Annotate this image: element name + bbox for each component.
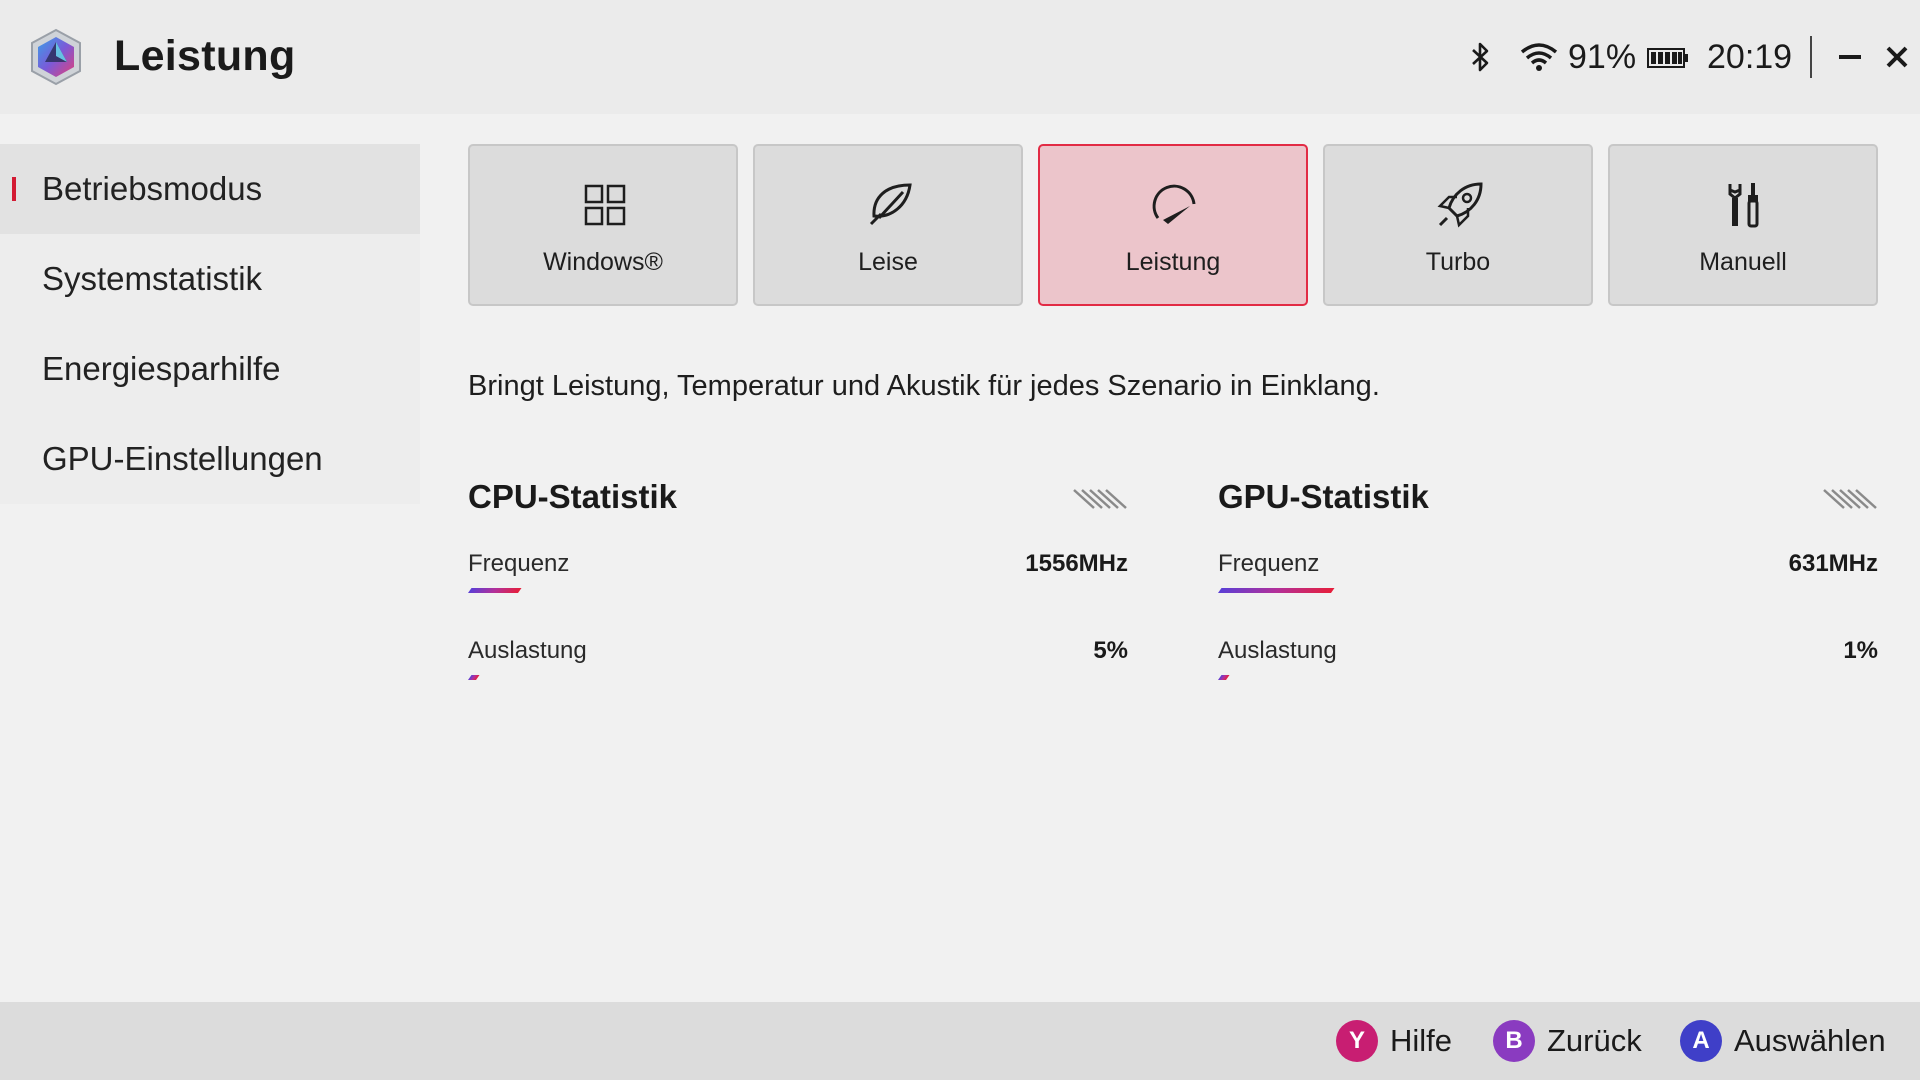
mode-card-manuell[interactable]: Manuell [1608, 144, 1878, 306]
mode-card-leise[interactable]: Leise [753, 144, 1023, 306]
windows-grid-icon [584, 184, 626, 226]
gpu-stat-title: GPU-Statistik [1218, 478, 1429, 515]
gpu-frequency-row: Frequenz 631MHz [1218, 550, 1878, 610]
cpu-load-label: Auslastung [468, 637, 587, 664]
status-area: 91% 20:19 [1440, 0, 1920, 114]
gpu-load-label: Auslastung [1218, 637, 1337, 664]
battery-percent: 91% [1568, 38, 1637, 76]
gpu-frequency-label: Frequenz [1218, 550, 1320, 577]
gpu-load-row: Auslastung 1% [1218, 637, 1878, 697]
cpu-load-bar [468, 675, 480, 680]
cpu-statistics: CPU-Statistik Frequenz 1556MHz Auslastun… [468, 470, 1128, 690]
mode-card-leistung[interactable]: Leistung [1038, 144, 1308, 306]
select-button[interactable]: A Auswählen [1680, 1018, 1886, 1064]
minimize-icon[interactable] [1833, 40, 1867, 74]
bluetooth-icon [1472, 42, 1489, 72]
mode-label: Leistung [1125, 248, 1221, 276]
battery-icon [1647, 48, 1688, 68]
gpu-load-bar [1218, 675, 1230, 680]
title-bar: Leistung 91% 20:19 [0, 0, 1920, 114]
b-button-icon: B [1493, 1020, 1535, 1062]
app-title: Leistung [114, 32, 296, 80]
cpu-frequency-row: Frequenz 1556MHz [468, 550, 1128, 610]
gpu-load-value: 1% [1843, 637, 1878, 664]
sidebar-item-energiesparhilfe[interactable]: Energiesparhilfe [0, 324, 420, 414]
cpu-frequency-value: 1556MHz [1025, 550, 1128, 577]
sidebar-item-label: Betriebsmodus [42, 170, 263, 207]
cpu-load-value: 5% [1093, 637, 1128, 664]
sidebar-item-label: Systemstatistik [42, 260, 263, 297]
operating-mode-selector: Windows® Leise Leistung Turbo Manuell [468, 144, 1878, 306]
a-button-icon: A [1680, 1020, 1722, 1062]
leaf-icon [869, 183, 912, 226]
clock: 20:19 [1707, 38, 1793, 76]
rocket-icon [1437, 182, 1483, 228]
sidebar-item-gpu-einstellungen[interactable]: GPU-Einstellungen [0, 414, 420, 504]
gauge-icon [1152, 184, 1196, 224]
mode-label: Manuell [1699, 248, 1787, 276]
close-icon[interactable] [1880, 40, 1914, 74]
sidebar-item-label: Energiesparhilfe [42, 350, 281, 387]
hatch-decoration-icon [1823, 489, 1877, 509]
back-button[interactable]: B Zurück [1493, 1018, 1642, 1064]
cpu-frequency-label: Frequenz [468, 550, 570, 577]
select-label: Auswählen [1734, 1023, 1886, 1058]
controller-hint-bar: Y Hilfe B Zurück A Auswählen [0, 1002, 1920, 1080]
help-button[interactable]: Y Hilfe [1336, 1018, 1452, 1064]
gpu-statistics: GPU-Statistik Frequenz 631MHz Auslastung… [1218, 470, 1878, 690]
cpu-stat-title: CPU-Statistik [468, 478, 678, 515]
armoury-crate-logo-icon [31, 28, 81, 86]
mode-description: Bringt Leistung, Temperatur und Akustik … [468, 370, 1380, 402]
cpu-frequency-bar [468, 588, 522, 593]
cpu-load-row: Auslastung 5% [468, 637, 1128, 697]
tools-icon [1728, 183, 1759, 228]
sidebar-item-betriebsmodus[interactable]: Betriebsmodus [0, 144, 420, 234]
mode-card-turbo[interactable]: Turbo [1323, 144, 1593, 306]
sidebar-item-label: GPU-Einstellungen [42, 440, 323, 477]
help-label: Hilfe [1390, 1023, 1453, 1058]
mode-card-windows[interactable]: Windows® [468, 144, 738, 306]
gpu-frequency-bar [1218, 588, 1335, 593]
back-label: Zurück [1547, 1023, 1642, 1058]
y-button-icon: Y [1336, 1020, 1378, 1062]
mode-label: Leise [858, 248, 918, 276]
mode-label: Turbo [1425, 248, 1491, 276]
sidebar-item-systemstatistik[interactable]: Systemstatistik [0, 234, 420, 324]
wifi-icon [1520, 43, 1558, 71]
gpu-frequency-value: 631MHz [1788, 550, 1878, 577]
status-divider [1810, 36, 1812, 78]
hatch-decoration-icon [1073, 489, 1127, 509]
mode-label: Windows® [543, 248, 663, 276]
sidebar: Betriebsmodus Systemstatistik Energiespa… [0, 144, 420, 504]
